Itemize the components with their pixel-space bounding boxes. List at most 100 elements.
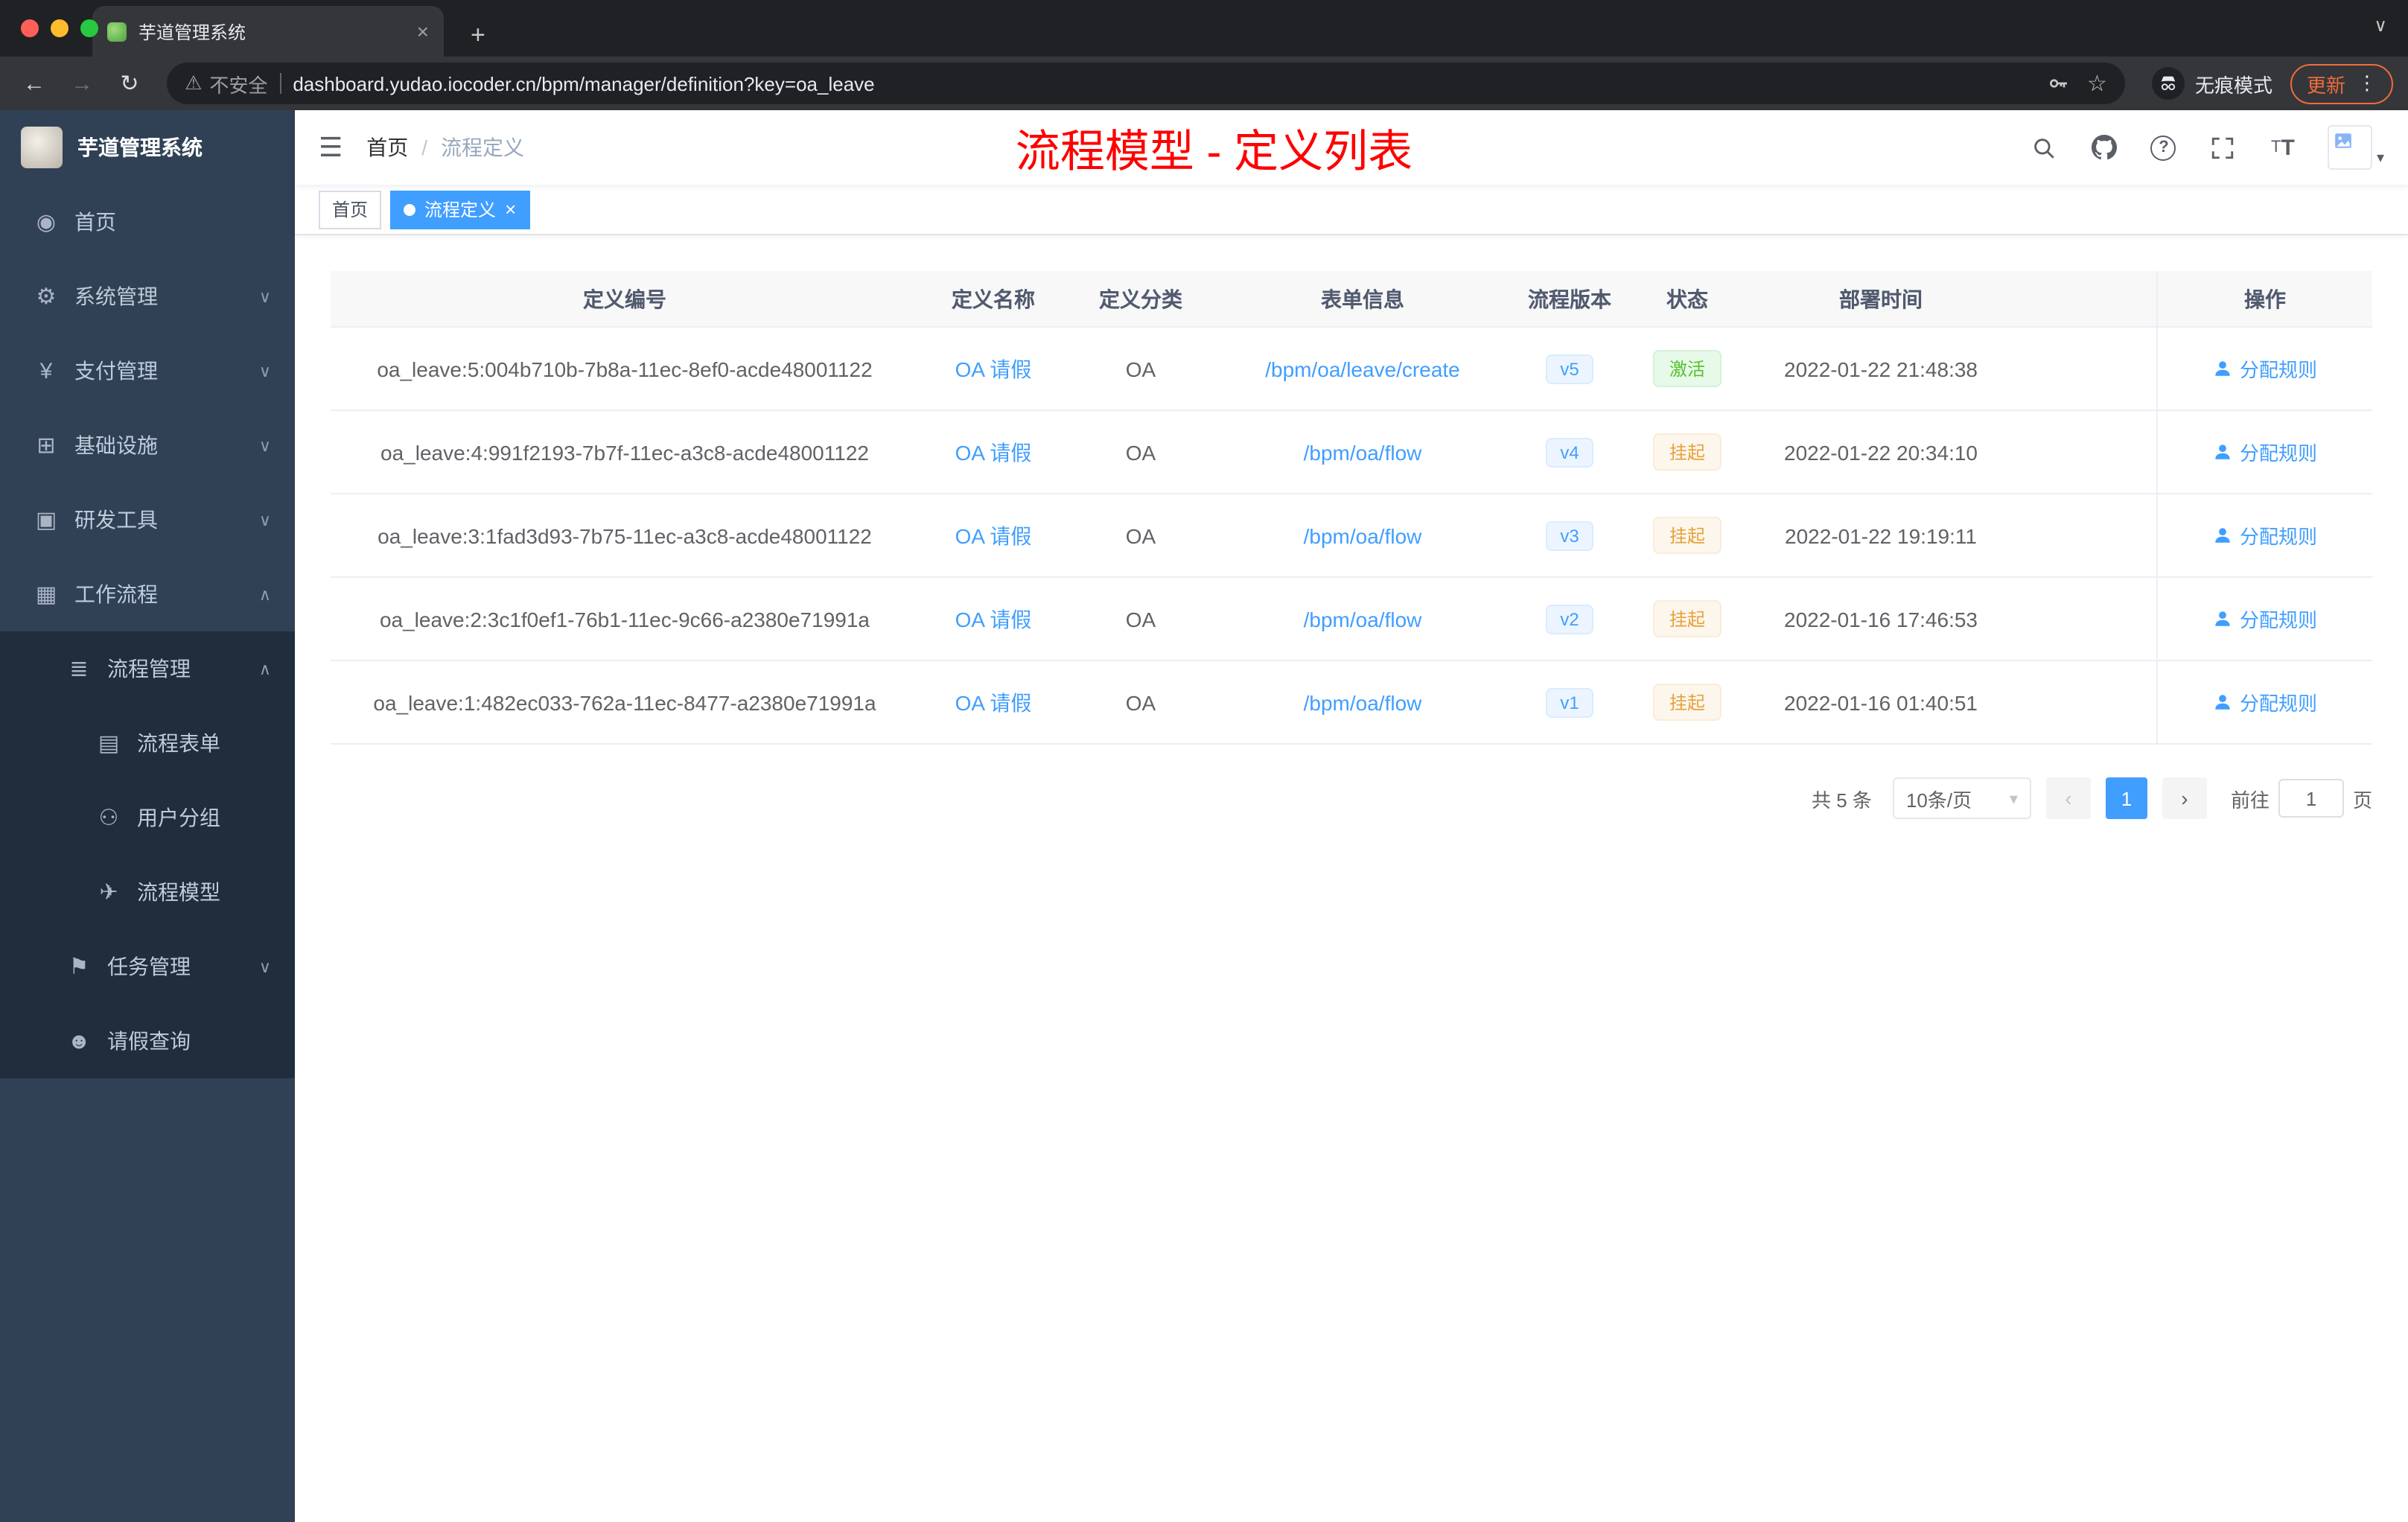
window-controls	[21, 19, 98, 37]
tab-close-icon[interactable]: ×	[417, 19, 429, 43]
forward-button[interactable]: →	[63, 71, 101, 96]
deploy-time: 2022-01-22 20:34:10	[1784, 440, 1978, 464]
version-badge: v2	[1545, 604, 1594, 634]
fullscreen-icon[interactable]	[2208, 133, 2238, 162]
browser-menu-kebab-icon[interactable]: ⋮	[2357, 71, 2377, 95]
sidebar-item-label: 流程表单	[137, 731, 220, 755]
tag-home[interactable]: 首页	[319, 190, 382, 229]
page-size-select[interactable]: 10条/页 ▾	[1892, 777, 2031, 819]
chevron-down-icon: ∨	[258, 512, 271, 529]
user-icon	[2215, 695, 2230, 710]
assign-rule-button[interactable]: 分配规则	[2213, 438, 2317, 466]
dashboard-icon: ◉	[36, 210, 57, 235]
browser-update-button[interactable]: 更新 ⋮	[2290, 63, 2393, 104]
sidebar-item-label: 支付管理	[74, 359, 158, 383]
annotation-title: 流程模型 - 定义列表	[1015, 128, 1413, 177]
assign-rule-button[interactable]: 分配规则	[2213, 354, 2317, 383]
user-icon	[2215, 611, 2230, 626]
tab-search-chevron-icon[interactable]: ∨	[2374, 15, 2387, 36]
prev-page-button[interactable]: ‹	[2045, 777, 2091, 819]
github-icon[interactable]	[2089, 133, 2119, 162]
status-tag: 挂起	[1652, 684, 1721, 721]
deploy-time: 2022-01-16 01:40:51	[1784, 690, 1978, 714]
sidebar-item-task-management[interactable]: ⚑ 任务管理 ∨	[0, 929, 295, 1004]
help-icon[interactable]: ?	[2149, 133, 2179, 162]
form-info-link[interactable]: /bpm/oa/flow	[1304, 440, 1422, 464]
chevron-down-icon: ∨	[258, 288, 271, 306]
assign-rule-button[interactable]: 分配规则	[2213, 688, 2317, 716]
goto-page-input[interactable]	[2278, 779, 2344, 818]
password-key-icon[interactable]	[2045, 71, 2069, 95]
bookmark-star-icon[interactable]: ☆	[2087, 70, 2107, 97]
breadcrumb-home[interactable]: 首页	[366, 133, 408, 162]
tag-close-icon[interactable]: ×	[505, 200, 516, 219]
form-info-link[interactable]: /bpm/oa/flow	[1304, 523, 1422, 547]
browser-toolbar: ← → ↻ ⚠ 不安全 dashboard.yudao.iocoder.cn/b…	[0, 57, 2408, 110]
form-info-link[interactable]: /bpm/oa/flow	[1304, 607, 1422, 631]
next-page-button[interactable]: ›	[2162, 777, 2207, 819]
avatar[interactable]	[2327, 125, 2372, 170]
sidebar-item-payment-management[interactable]: ¥ 支付管理 ∨	[0, 334, 295, 408]
tag-label: 首页	[332, 200, 369, 220]
definition-id: oa_leave:2:3c1f0ef1-76b1-11ec-9c66-a2380…	[379, 607, 870, 631]
form-info-link[interactable]: /bpm/oa/leave/create	[1265, 357, 1460, 380]
browser-tab[interactable]: 芋道管理系统 ×	[92, 6, 444, 57]
sidebar-item-user-group[interactable]: ⚇ 用户分组	[0, 780, 295, 855]
address-bar[interactable]: ⚠ 不安全 dashboard.yudao.iocoder.cn/bpm/man…	[167, 63, 2125, 104]
active-tag-dot	[404, 203, 416, 215]
url-text[interactable]: dashboard.yudao.iocoder.cn/bpm/manager/d…	[293, 72, 2033, 95]
logo-title: 芋道管理系统	[77, 136, 203, 159]
definition-table: 定义编号 定义名称 定义分类 表单信息 流程版本 状态 部署时间 操作 oa_l…	[331, 271, 2372, 745]
sidebar-item-home[interactable]: ◉ 首页	[0, 185, 295, 259]
definition-id: oa_leave:1:482ec033-762a-11ec-8477-a2380…	[373, 690, 876, 714]
users-icon: ⚇	[98, 806, 119, 831]
definition-name-link[interactable]: OA 请假	[955, 690, 1032, 714]
sidebar-item-process-model[interactable]: ✈ 流程模型	[0, 855, 295, 929]
version-badge: v4	[1545, 437, 1594, 467]
definition-name-link[interactable]: OA 请假	[955, 607, 1032, 631]
assign-rule-button[interactable]: 分配规则	[2213, 521, 2317, 550]
tag-process-definition[interactable]: 流程定义 ×	[390, 190, 530, 229]
back-button[interactable]: ←	[15, 71, 54, 96]
sidebar-item-process-management[interactable]: ≣ 流程管理 ∧	[0, 631, 295, 706]
definition-name-link[interactable]: OA 请假	[955, 523, 1032, 547]
sidebar-item-infrastructure[interactable]: ⊞ 基础设施 ∨	[0, 408, 295, 483]
minimize-window-button[interactable]	[51, 19, 69, 37]
paper-plane-icon: ✈	[99, 880, 118, 905]
font-size-icon[interactable]: TT	[2268, 133, 2298, 162]
new-tab-button[interactable]: +	[459, 15, 497, 57]
sidebar-logo[interactable]: 芋道管理系统	[0, 110, 295, 185]
update-label: 更新	[2306, 74, 2345, 96]
search-icon[interactable]	[2030, 133, 2060, 162]
sidebar-item-leave-query[interactable]: ☻ 请假查询	[0, 1004, 295, 1078]
sidebar-item-label: 系统管理	[74, 284, 158, 308]
page-header: ☰ 首页 / 流程定义 流程模型 - 定义列表 ? T T ▾	[295, 110, 2408, 185]
security-status[interactable]: ⚠ 不安全	[185, 69, 267, 98]
table-row: oa_leave:1:482ec033-762a-11ec-8477-a2380…	[331, 661, 2372, 745]
pagination: 共 5 条 10条/页 ▾ ‹ 1 › 前往 页	[331, 777, 2372, 819]
close-window-button[interactable]	[21, 19, 39, 37]
status-tag: 挂起	[1652, 433, 1721, 471]
zoom-window-button[interactable]	[80, 19, 98, 37]
column-header: 状态	[1666, 287, 1708, 311]
sidebar-item-system-management[interactable]: ⚙ 系统管理 ∨	[0, 259, 295, 334]
assign-rule-button[interactable]: 分配规则	[2213, 605, 2317, 633]
sidebar-item-process-form[interactable]: ▤ 流程表单	[0, 706, 295, 780]
reload-button[interactable]: ↻	[110, 70, 149, 97]
definition-name-link[interactable]: OA 请假	[955, 440, 1032, 464]
version-badge: v3	[1545, 520, 1594, 550]
definition-id: oa_leave:5:004b710b-7b8a-11ec-8ef0-acde4…	[377, 357, 873, 380]
deploy-time: 2022-01-16 17:46:53	[1784, 607, 1978, 631]
page-number-button[interactable]: 1	[2105, 777, 2147, 819]
sidebar-item-workflow[interactable]: ▦ 工作流程 ∧	[0, 557, 295, 631]
definition-name-link[interactable]: OA 请假	[955, 357, 1032, 380]
sidebar-item-dev-tools[interactable]: ▣ 研发工具 ∨	[0, 483, 295, 557]
form-info-link[interactable]: /bpm/oa/flow	[1304, 690, 1422, 714]
user-menu[interactable]: ▾	[2327, 125, 2384, 170]
tab-title: 芋道管理系统	[138, 22, 246, 42]
column-header: 表单信息	[1321, 287, 1404, 311]
sidebar-collapse-icon[interactable]: ☰	[319, 132, 343, 163]
security-label: 不安全	[209, 74, 268, 96]
omnibox-divider	[279, 73, 281, 94]
tags-view-bar: 首页 流程定义 ×	[295, 185, 2408, 235]
